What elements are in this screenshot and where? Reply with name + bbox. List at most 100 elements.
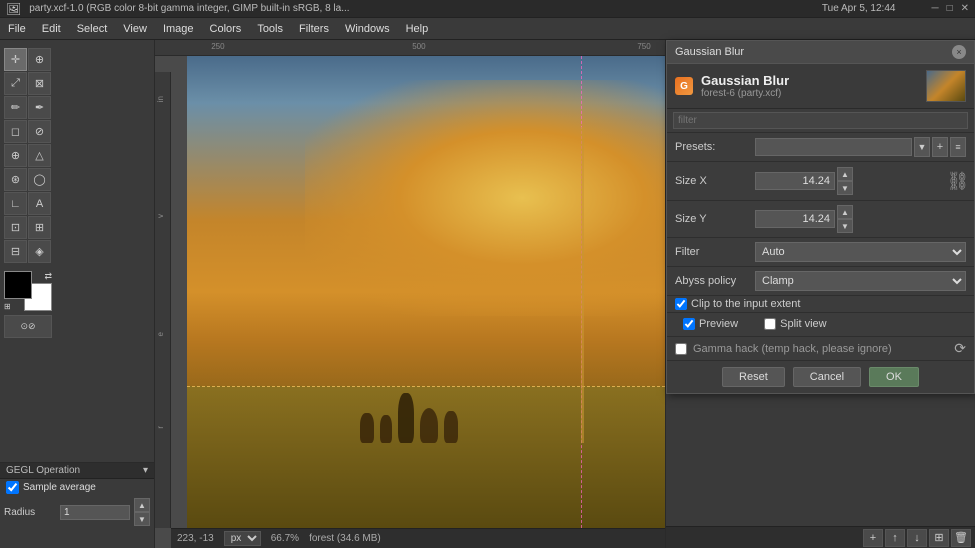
tool-zoom[interactable]: ⊕ [28, 48, 51, 71]
split-view-checkbox[interactable] [764, 318, 776, 330]
filter-search-input[interactable] [673, 112, 968, 129]
dialog-heading-group: Gaussian Blur forest-6 (party.xcf) [701, 73, 789, 99]
tool-select-ellipse[interactable]: ◈ [28, 240, 51, 263]
menu-image[interactable]: Image [155, 21, 202, 37]
tool-text[interactable]: A [28, 192, 51, 215]
tool-select-rect[interactable]: ⊟ [4, 240, 27, 263]
clip-checkbox-row: Clip to the input extent [667, 296, 974, 313]
quick-mask-btn[interactable]: ⊙⊘ [4, 315, 52, 338]
sample-average-row: Sample average [0, 479, 154, 496]
new-layer-btn[interactable]: + [863, 529, 883, 547]
size-x-up[interactable]: ▲ [837, 167, 853, 181]
reset-colors-btn[interactable]: ⊞ [4, 302, 11, 311]
lower-layer-btn[interactable]: ↓ [907, 529, 927, 547]
gegl-label: GEGL Operation [6, 465, 80, 476]
size-x-down[interactable]: ▼ [837, 181, 853, 195]
presets-add-btn[interactable]: + [932, 137, 948, 157]
preview-split-row: Preview Split view [667, 313, 974, 337]
dialog-close-button[interactable]: × [952, 45, 966, 59]
menu-help[interactable]: Help [398, 21, 437, 37]
presets-input-wrapper: ▼ + ≡ [755, 137, 966, 157]
dialog-title-bar: Gaussian Blur × [667, 41, 974, 64]
menu-filters[interactable]: Filters [291, 21, 337, 37]
clip-checkbox[interactable] [675, 298, 687, 310]
filter-select[interactable]: Auto [755, 242, 966, 262]
radius-spin-down[interactable]: ▼ [134, 512, 150, 526]
coordinates: 223, -13 [177, 533, 214, 544]
clip-label: Clip to the input extent [691, 298, 800, 310]
size-y-spinner: ▲ ▼ [837, 205, 853, 233]
tool-rotate[interactable]: ⤢ [4, 72, 27, 95]
menu-select[interactable]: Select [69, 21, 116, 37]
cancel-button[interactable]: Cancel [793, 367, 861, 387]
maximize-btn[interactable]: □ [947, 3, 953, 14]
abyss-policy-row: Abyss policy Clamp [667, 267, 974, 296]
duplicate-layer-btn[interactable]: ⊞ [929, 529, 949, 547]
size-y-down[interactable]: ▼ [837, 219, 853, 233]
left-toolbar: ✛ ⊕ ⤢ ⊠ ✏ ✒ ◻ ⊘ ⊕ △ ⊛ ◯ [0, 40, 155, 548]
tool-gradient[interactable]: ⊞ [28, 216, 51, 239]
tool-smudge[interactable]: ⊛ [4, 168, 27, 191]
size-y-input-wrapper: ▲ ▼ [755, 205, 942, 233]
swap-colors-btn[interactable]: ⇄ [44, 271, 52, 282]
refresh-btn[interactable]: ⟳ [954, 340, 966, 357]
tool-heal[interactable]: ⊕ [4, 144, 27, 167]
abyss-select[interactable]: Clamp [755, 271, 966, 291]
unit-select[interactable]: px [224, 531, 261, 546]
radius-label: Radius [4, 507, 56, 518]
radius-input[interactable] [60, 505, 130, 520]
dialog-button-row: Reset Cancel OK [667, 361, 974, 393]
size-y-row: Size Y ▲ ▼ [667, 201, 974, 238]
filter-type-row: Filter Auto [667, 238, 974, 267]
size-x-input[interactable] [755, 172, 835, 190]
gegl-header: GEGL Operation ▾ [0, 463, 154, 479]
menu-windows[interactable]: Windows [337, 21, 398, 37]
menu-edit[interactable]: Edit [34, 21, 69, 37]
tool-measure[interactable]: ∟ [4, 192, 27, 215]
sample-average-checkbox[interactable] [6, 481, 19, 494]
window-title: party.xcf-1.0 (RGB color 8-bit gamma int… [29, 3, 349, 14]
foreground-color-swatch[interactable] [4, 271, 32, 299]
radius-spin-up[interactable]: ▲ [134, 498, 150, 512]
size-y-label: Size Y [675, 213, 755, 225]
presets-label: Presets: [675, 141, 755, 153]
presets-menu-btn[interactable]: ≡ [950, 137, 966, 157]
tool-blur[interactable]: ◯ [28, 168, 51, 191]
menu-colors[interactable]: Colors [202, 21, 250, 37]
close-btn[interactable]: ✕ [961, 3, 969, 14]
split-view-label-group: Split view [756, 315, 834, 333]
reset-button[interactable]: Reset [722, 367, 785, 387]
main-area: ✛ ⊕ ⤢ ⊠ ✏ ✒ ◻ ⊘ ⊕ △ ⊛ ◯ [0, 40, 975, 548]
tool-crop[interactable]: ⊠ [28, 72, 51, 95]
presets-input[interactable] [755, 138, 912, 156]
presets-dropdown-btn[interactable]: ▼ [914, 137, 930, 157]
preview-checkbox[interactable] [683, 318, 695, 330]
size-y-input[interactable] [755, 210, 835, 228]
size-y-up[interactable]: ▲ [837, 205, 853, 219]
figure-1 [360, 413, 374, 443]
split-view-label: Split view [780, 318, 826, 330]
chain-link-icon[interactable]: ⛓ [950, 166, 966, 196]
tool-dodge[interactable]: △ [28, 144, 51, 167]
gamma-row: Gamma hack (temp hack, please ignore) ⟳ [667, 337, 974, 361]
menu-tools[interactable]: Tools [249, 21, 291, 37]
filter-label: Filter [675, 246, 755, 258]
tool-paintbrush[interactable]: ✏ [4, 96, 27, 119]
dialog-thumbnail [926, 70, 966, 102]
gegl-collapse-btn[interactable]: ▾ [143, 465, 148, 476]
gamma-checkbox[interactable] [675, 343, 687, 355]
gegl-panel: GEGL Operation ▾ Sample average Radius ▲… [0, 462, 154, 528]
minimize-btn[interactable]: ─ [931, 3, 938, 14]
tool-clone[interactable]: ⊘ [28, 120, 51, 143]
tool-fill[interactable]: ⊡ [4, 216, 27, 239]
abyss-label: Abyss policy [675, 275, 755, 287]
tool-move[interactable]: ✛ [4, 48, 27, 71]
tool-eraser[interactable]: ◻ [4, 120, 27, 143]
ok-button[interactable]: OK [869, 367, 919, 387]
menu-view[interactable]: View [115, 21, 155, 37]
delete-layer-btn[interactable]: 🗑 [951, 529, 971, 547]
menu-file[interactable]: File [0, 21, 34, 37]
figure-tall [398, 393, 414, 443]
tool-pencil[interactable]: ✒ [28, 96, 51, 119]
raise-layer-btn[interactable]: ↑ [885, 529, 905, 547]
